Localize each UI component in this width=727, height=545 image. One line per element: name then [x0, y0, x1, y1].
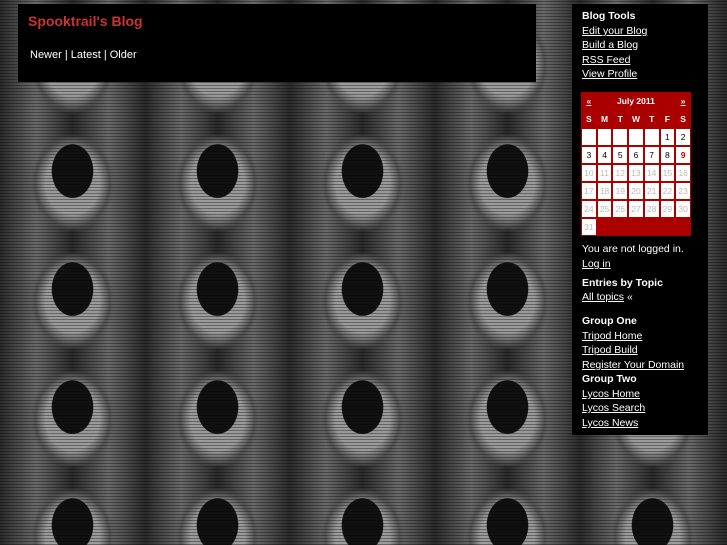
calendar-empty-cell [596, 218, 613, 236]
nav-separator: | [64, 49, 68, 61]
calendar-day-cell: 23 [675, 182, 691, 200]
calendar-day-cell: 2 [675, 128, 691, 146]
all-topics-row: All topics « [582, 291, 633, 303]
blog-header: Spooktrail's Blog Newer | Latest | Older [18, 4, 536, 82]
prev-month-icon[interactable]: « [586, 96, 591, 106]
all-topics-link[interactable]: All topics [582, 291, 624, 303]
calendar-empty-cell [612, 218, 629, 236]
calendar-week: 12 [581, 128, 691, 146]
lycos-news-link[interactable]: Lycos News [582, 417, 638, 429]
build-blog-link[interactable]: Build a Blog [582, 39, 638, 51]
calendar-day-cell: 26 [612, 200, 629, 218]
nav-separator: | [103, 49, 107, 61]
calendar-week: 17 18 19 20 21 22 23 [581, 182, 691, 200]
calendar-today-cell: 9 [675, 146, 691, 164]
tripod-home-link[interactable]: Tripod Home [582, 330, 642, 342]
next-month-icon[interactable]: » [681, 96, 686, 106]
group-two-heading: Group Two [582, 373, 637, 385]
calendar-day-headers: SMTWTFS [581, 110, 691, 128]
calendar-empty-cell [612, 128, 629, 146]
calendar-day-header: T [643, 110, 660, 128]
calendar-day-cell: 27 [628, 200, 644, 218]
calendar-day-header: T [612, 110, 629, 128]
rss-feed-link[interactable]: RSS Feed [582, 54, 630, 66]
calendar-day-cell: 20 [628, 182, 644, 200]
current-topic-arrow-icon: « [626, 291, 633, 303]
calendar-day-cell: 18 [596, 182, 613, 200]
calendar-day-header: S [581, 110, 597, 128]
calendar-day-cell: 8 [659, 146, 676, 164]
lycos-search-link[interactable]: Lycos Search [582, 402, 645, 414]
calendar-empty-cell [659, 218, 676, 236]
calendar-day-cell: 19 [612, 182, 629, 200]
login-status: You are not logged in. [582, 243, 684, 255]
calendar-empty-cell [675, 218, 691, 236]
register-domain-link[interactable]: Register Your Domain [582, 359, 684, 371]
calendar-week: 10 11 12 13 14 15 16 [581, 164, 691, 182]
calendar-day-cell: 13 [628, 164, 644, 182]
calendar-day-cell: 6 [628, 146, 644, 164]
calendar-day-cell: 22 [659, 182, 676, 200]
calendar-day-cell: 25 [596, 200, 613, 218]
calendar-day-header: S [675, 110, 691, 128]
calendar-day-cell: 12 [612, 164, 629, 182]
calendar-day-cell: 7 [643, 146, 660, 164]
calendar-empty-cell [628, 218, 644, 236]
calendar-prev-link[interactable]: « [581, 92, 597, 110]
group-one-heading: Group One [582, 315, 637, 327]
calendar-day-cell: 31 [581, 218, 597, 236]
latest-link[interactable]: Latest [71, 49, 101, 61]
calendar-day-cell: 29 [659, 200, 676, 218]
calendar-week: 24 25 26 27 28 29 30 [581, 200, 691, 218]
calendar-day-cell: 14 [643, 164, 660, 182]
sidebar: Blog Tools Edit your Blog Build a Blog R… [572, 4, 708, 435]
calendar-month: July 2011 [596, 92, 676, 110]
calendar-day-cell: 24 [581, 200, 597, 218]
calendar-week: 31 [581, 218, 691, 236]
calendar-empty-cell [643, 218, 660, 236]
calendar-day-cell: 3 [581, 146, 597, 164]
calendar-empty-cell [581, 128, 597, 146]
calendar-day-cell: 4 [596, 146, 613, 164]
login-link[interactable]: Log in [582, 258, 611, 270]
older-link[interactable]: Older [110, 49, 137, 61]
tripod-build-link[interactable]: Tripod Build [582, 344, 638, 356]
blog-title: Spooktrail's Blog [28, 13, 143, 29]
calendar-day-cell: 1 [659, 128, 676, 146]
topics-heading: Entries by Topic [582, 277, 663, 289]
calendar-day-header: M [596, 110, 613, 128]
calendar-day-cell: 16 [675, 164, 691, 182]
blog-tools-heading: Blog Tools [582, 10, 636, 22]
calendar-empty-cell [628, 128, 644, 146]
post-navigation: Newer | Latest | Older [30, 49, 137, 61]
calendar-day-header: W [628, 110, 644, 128]
calendar-day-cell: 15 [659, 164, 676, 182]
newer-link[interactable]: Newer [30, 49, 62, 61]
calendar-empty-cell [643, 128, 660, 146]
calendar-day-cell: 10 [581, 164, 597, 182]
calendar-week: 3456789 [581, 146, 691, 164]
calendar-day-cell: 11 [596, 164, 613, 182]
lycos-home-link[interactable]: Lycos Home [582, 388, 640, 400]
calendar-day-header: F [659, 110, 676, 128]
view-profile-link[interactable]: View Profile [582, 68, 637, 80]
calendar: « July 2011 » SMTWTFS 1 2 3 4 5 6 7 8 9 10 11 12 13 1… [581, 92, 691, 236]
calendar-empty-cell [596, 128, 613, 146]
calendar-next-link[interactable]: » [675, 92, 691, 110]
calendar-day-cell: 5 [612, 146, 629, 164]
edit-blog-link[interactable]: Edit your Blog [582, 25, 647, 37]
calendar-day-cell: 28 [643, 200, 660, 218]
calendar-day-cell: 17 [581, 182, 597, 200]
calendar-day-cell: 30 [675, 200, 691, 218]
calendar-day-cell: 21 [643, 182, 660, 200]
